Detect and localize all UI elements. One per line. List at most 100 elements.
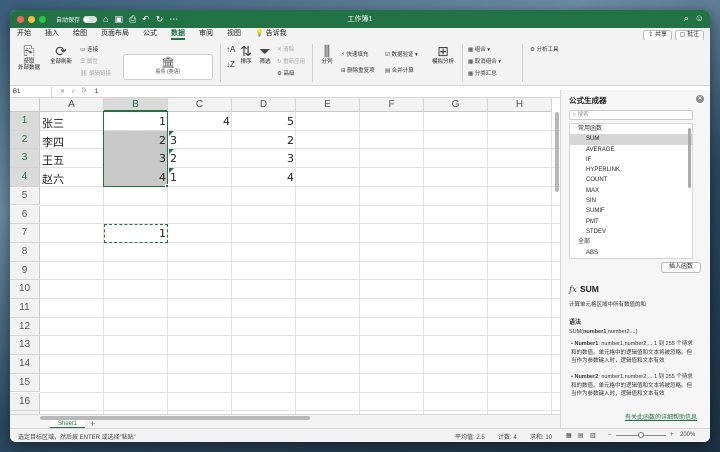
analysis-tools-button[interactable]: ⚙ 分析工具 <box>530 45 558 53</box>
row-header-8[interactable]: 8 <box>10 242 40 262</box>
autosave-toggle[interactable] <box>83 15 98 23</box>
function-item[interactable]: AVERAGE <box>570 145 692 155</box>
zoom-in-icon[interactable]: + <box>670 432 674 438</box>
function-category[interactable]: 常用函数 <box>570 124 692 134</box>
cell-d3[interactable]: 3 <box>232 152 296 165</box>
error-indicator-icon[interactable] <box>169 168 174 174</box>
cell-a4[interactable]: 赵六 <box>40 171 104 187</box>
row-header-1[interactable]: 1 <box>10 112 40 131</box>
function-item[interactable]: SUM <box>570 134 692 145</box>
select-all-corner[interactable] <box>10 98 40 112</box>
stocks-data-type[interactable]: 🏛 股票 (英语) <box>123 54 213 80</box>
function-item[interactable]: SIN <box>570 196 692 206</box>
row-header-12[interactable]: 12 <box>10 317 40 337</box>
function-search-input[interactable]: ⌕ 搜索 <box>569 110 693 120</box>
fx-icon[interactable]: fx <box>82 88 87 95</box>
tell-me-search[interactable]: 💡 告诉我 <box>248 28 294 40</box>
properties-button[interactable]: ☰ 属性 <box>80 57 98 67</box>
formula-input[interactable]: 1 <box>95 89 98 95</box>
function-item[interactable]: ABS <box>570 248 692 258</box>
minimize-window-button[interactable] <box>28 15 35 23</box>
tab-1[interactable]: 插入 <box>38 28 66 40</box>
data-validation-button[interactable]: ☑ 数据验证 ▾ <box>385 50 418 58</box>
column-header-a[interactable]: A <box>40 98 104 112</box>
function-item[interactable]: HYPERLINK <box>570 165 692 175</box>
filter-button[interactable]: ⏷ 筛选 <box>257 44 273 66</box>
account-icon[interactable]: ☺ <box>695 13 704 24</box>
search-icon[interactable]: ⌕ <box>684 13 689 24</box>
insert-function-button[interactable]: 插入函数 <box>661 262 701 273</box>
name-box[interactable]: B1 <box>10 86 52 97</box>
row-header-9[interactable]: 9 <box>10 261 40 281</box>
tab-4[interactable]: 公式 <box>136 28 164 40</box>
group-button[interactable]: ▦ 组合 ▾ <box>468 45 490 53</box>
zoom-level[interactable]: 200% <box>680 432 695 438</box>
function-item[interactable]: MAX <box>570 186 692 196</box>
flash-fill-button[interactable]: ⚡ 快速填充 <box>341 50 368 58</box>
function-category[interactable]: 全部 <box>570 237 692 247</box>
normal-view-icon[interactable]: ▦ <box>566 432 572 439</box>
tab-7[interactable]: 视图 <box>220 28 248 40</box>
consolidate-button[interactable]: ▤ 合并计算 <box>385 66 414 74</box>
print-icon[interactable]: ⎙ <box>129 14 136 25</box>
row-header-15[interactable]: 15 <box>10 373 40 393</box>
cell-d2[interactable]: 2 <box>232 134 296 147</box>
redo-icon[interactable]: ↻ <box>156 14 164 25</box>
cell-a3[interactable]: 王五 <box>40 152 104 168</box>
function-item[interactable]: STDEV <box>570 227 692 237</box>
column-header-e[interactable]: E <box>296 98 360 112</box>
text-to-columns-button[interactable]: ⫼ 分列 <box>318 44 336 66</box>
column-header-b[interactable]: B <box>104 98 168 112</box>
row-header-3[interactable]: 3 <box>10 149 40 169</box>
ungroup-button[interactable]: ▦ 取消组合 ▾ <box>468 57 501 65</box>
error-indicator-icon[interactable] <box>169 149 174 155</box>
get-data-button[interactable]: ⎘ 获取 外部数据 <box>18 44 40 72</box>
function-item[interactable]: PMT <box>570 217 692 227</box>
more-icon[interactable]: ⋯ <box>169 14 178 25</box>
column-header-c[interactable]: C <box>168 98 232 112</box>
confirm-icon[interactable]: ✓ <box>71 88 76 95</box>
what-if-button[interactable]: ⊞ 模拟分析 <box>430 44 456 66</box>
function-item[interactable]: IF <box>570 155 692 165</box>
tab-5[interactable]: 数据 <box>164 28 192 40</box>
cell-c1[interactable]: 4 <box>168 115 232 128</box>
column-header-g[interactable]: G <box>424 98 488 112</box>
page-break-icon[interactable]: ▥ <box>590 432 596 439</box>
close-icon[interactable]: ✕ <box>696 95 704 103</box>
cell-d1[interactable]: 5 <box>232 115 296 128</box>
row-header-11[interactable]: 11 <box>10 299 40 318</box>
tab-0[interactable]: 开始 <box>10 28 38 40</box>
tab-3[interactable]: 页面布局 <box>94 28 136 40</box>
help-link[interactable]: 有关此函数的详细帮助信息 <box>625 412 697 421</box>
clear-button[interactable]: ✕ 清除 <box>277 45 294 53</box>
row-header-14[interactable]: 14 <box>10 355 40 374</box>
cell-d4[interactable]: 4 <box>232 171 296 184</box>
cell-c4[interactable]: 1 <box>168 171 232 184</box>
cell-c3[interactable]: 2 <box>168 152 232 165</box>
row-header-16[interactable]: 16 <box>10 392 40 412</box>
sort-button[interactable]: ⇅ 排序 <box>238 44 254 66</box>
subtotal-button[interactable]: ▦ 分类汇总 <box>468 69 497 77</box>
function-item[interactable]: SUMIF <box>570 206 692 216</box>
row-header-4[interactable]: 4 <box>10 168 40 187</box>
function-item[interactable]: COUNT <box>570 175 692 185</box>
cell-c2[interactable]: 3 <box>168 134 232 147</box>
fill-handle[interactable] <box>165 183 169 188</box>
column-header-d[interactable]: D <box>232 98 296 112</box>
reapply-button[interactable]: ↻ 重新应用 <box>277 57 305 65</box>
home-icon[interactable]: ⌂ <box>103 14 108 25</box>
tab-6[interactable]: 审阅 <box>192 28 220 40</box>
advanced-button[interactable]: ⚙ 高级 <box>277 69 294 77</box>
error-indicator-icon[interactable] <box>169 130 174 136</box>
sort-asc-icon[interactable]: ↑A <box>226 45 235 54</box>
spreadsheet-grid[interactable]: ABCDEFGH1234567891011121314151617张三李四王五赵… <box>10 98 560 414</box>
row-header-6[interactable]: 6 <box>10 205 40 225</box>
column-header-f[interactable]: F <box>360 98 424 112</box>
close-window-button[interactable] <box>17 15 24 23</box>
row-header-7[interactable]: 7 <box>10 224 40 243</box>
row-header-13[interactable]: 13 <box>10 336 40 356</box>
list-scrollbar[interactable] <box>688 128 691 188</box>
zoom-slider-knob[interactable] <box>638 432 644 438</box>
tab-2[interactable]: 绘图 <box>66 28 94 40</box>
vertical-scrollbar[interactable] <box>555 112 559 192</box>
